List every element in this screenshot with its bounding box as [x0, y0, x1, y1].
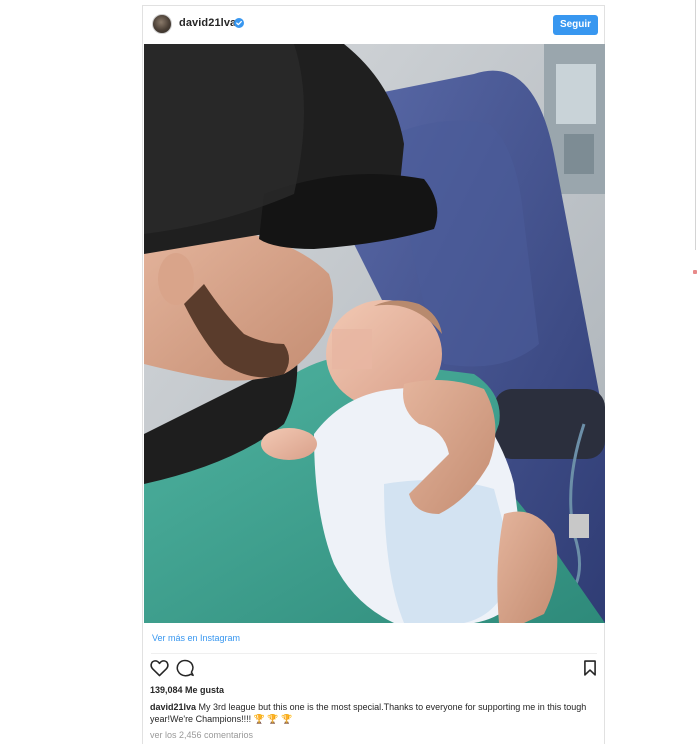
page-edge-divider	[695, 0, 696, 250]
section-divider	[151, 653, 597, 654]
heart-icon[interactable]	[150, 659, 169, 677]
avatar[interactable]	[152, 14, 172, 34]
follow-button[interactable]: Seguir	[553, 15, 598, 35]
post-caption: david21lva My 3rd league but this one is…	[150, 701, 596, 725]
caption-text: My 3rd league but this one is the most s…	[150, 702, 587, 724]
comment-bubble-icon[interactable]	[176, 659, 194, 677]
post-photo[interactable]	[144, 44, 605, 623]
view-more-instagram-link[interactable]: Ver más en Instagram	[152, 633, 240, 643]
page-edge-marker	[693, 270, 697, 274]
post-username[interactable]: david21lva	[179, 17, 236, 29]
post-actions	[143, 658, 604, 680]
caption-username[interactable]: david21lva	[150, 702, 196, 712]
instagram-post-card: david21lva Seguir Ver más en Instagram 1…	[142, 5, 605, 744]
post-photo-image	[144, 44, 605, 623]
bookmark-icon[interactable]	[583, 660, 597, 676]
page: david21lva Seguir Ver más en Instagram 1…	[0, 0, 700, 744]
post-header: david21lva Seguir	[143, 6, 604, 44]
view-comments-link[interactable]: ver los 2,456 comentarios	[150, 730, 253, 740]
verified-badge-icon	[234, 18, 244, 28]
likes-count[interactable]: 139,084 Me gusta	[150, 685, 224, 695]
